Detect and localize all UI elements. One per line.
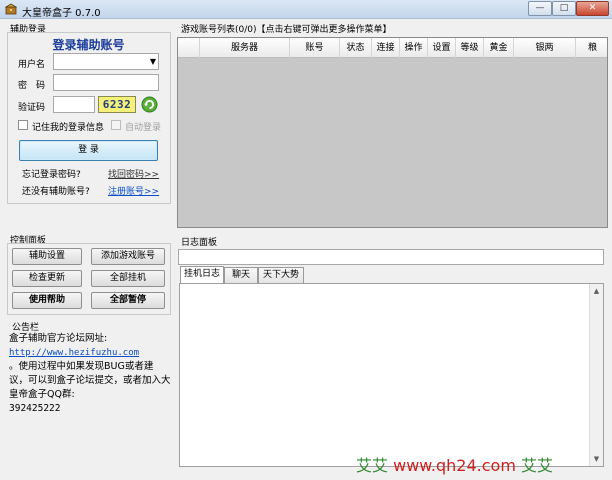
forgot-password-link[interactable]: 找回密码>> bbox=[108, 167, 159, 180]
captcha-field[interactable] bbox=[53, 96, 95, 113]
refresh-icon[interactable] bbox=[141, 96, 158, 113]
column-header-gold[interactable]: 黄金 bbox=[484, 38, 514, 58]
notice-qq: 392425222 bbox=[9, 403, 61, 414]
column-header-server[interactable]: 服务器 bbox=[200, 38, 290, 58]
tab-hangup-log[interactable]: 挂机日志 bbox=[180, 266, 224, 284]
column-header-settings[interactable]: 设置 bbox=[428, 38, 456, 58]
account-list-label: 游戏账号列表(0/0)【点击右键可弹出更多操作菜单】 bbox=[181, 25, 392, 35]
column-header-grain[interactable]: 粮 bbox=[576, 38, 607, 58]
window-title: 大皇帝盒子 0.7.0 bbox=[22, 8, 101, 19]
vertical-scrollbar[interactable]: ▲ ▼ bbox=[589, 284, 603, 466]
password-field[interactable] bbox=[53, 74, 159, 91]
tab-chat[interactable]: 聊天 bbox=[224, 267, 258, 283]
login-title: 登录辅助账号 bbox=[52, 38, 125, 52]
tab-world-trend[interactable]: 天下大势 bbox=[258, 267, 304, 283]
watermark-prefix: 艾艾 bbox=[356, 456, 389, 475]
column-header-status[interactable]: 状态 bbox=[340, 38, 372, 58]
check-update-button[interactable]: 检查更新 bbox=[12, 270, 82, 287]
account-list-header: 服务器 账号 状态 连接 操作 设置 等级 黄金 银两 粮 bbox=[178, 38, 607, 58]
add-game-account-button[interactable]: 添加游戏账号 bbox=[91, 248, 165, 265]
account-list[interactable]: 服务器 账号 状态 连接 操作 设置 等级 黄金 银两 粮 bbox=[177, 37, 608, 228]
watermark-url: www.qh24.com bbox=[393, 456, 516, 475]
help-button[interactable]: 使用帮助 bbox=[12, 292, 82, 309]
start-all-button[interactable]: 全部挂机 bbox=[91, 270, 165, 287]
log-input[interactable] bbox=[178, 249, 604, 265]
notice-line1: 盒子辅助官方论坛网址: bbox=[9, 333, 108, 344]
username-label: 用户名 bbox=[18, 60, 46, 70]
register-text: 还没有辅助账号? bbox=[22, 187, 90, 197]
assist-settings-button[interactable]: 辅助设置 bbox=[12, 248, 82, 265]
app-window: 大皇帝盒子 0.7.0 — □ ✕ 辅助登录 登录辅助账号 用户名 ▼ 密 码 … bbox=[0, 0, 612, 480]
treasure-box-icon bbox=[5, 3, 17, 15]
register-link[interactable]: 注册账号>> bbox=[108, 184, 159, 197]
maximize-button[interactable]: □ bbox=[552, 1, 576, 16]
column-header-operate[interactable]: 操作 bbox=[400, 38, 428, 58]
login-button[interactable]: 登 录 bbox=[19, 140, 158, 161]
captcha-label: 验证码 bbox=[18, 103, 46, 113]
column-header-level[interactable]: 等级 bbox=[456, 38, 484, 58]
autologin-label: 自动登录 bbox=[125, 123, 162, 133]
minimize-button[interactable]: — bbox=[528, 1, 552, 16]
notice-board: 盒子辅助官方论坛网址: http://www.hezifuzhu.com 。使用… bbox=[9, 332, 171, 416]
autologin-checkbox bbox=[111, 120, 121, 130]
notice-line2: 。使用过程中如果发现BUG或者建议，可以到盒子论坛提交，或者加入大皇帝盒子QQ群… bbox=[9, 361, 171, 400]
forgot-password-text: 忘记登录密码? bbox=[22, 170, 81, 180]
watermark: 艾艾 www.qh24.com 艾艾 bbox=[356, 455, 610, 477]
remember-label[interactable]: 记住我的登录信息 bbox=[32, 120, 104, 133]
forum-url-link[interactable]: http://www.hezifuzhu.com bbox=[9, 346, 171, 360]
watermark-suffix: 艾艾 bbox=[521, 456, 554, 475]
password-label: 密 码 bbox=[18, 81, 46, 91]
title-bar[interactable]: 大皇帝盒子 0.7.0 — □ ✕ bbox=[0, 0, 612, 19]
chevron-down-icon[interactable]: ▼ bbox=[150, 54, 156, 69]
log-content[interactable]: ▲ ▼ bbox=[179, 283, 604, 467]
remember-checkbox[interactable] bbox=[18, 120, 28, 130]
column-header-silver[interactable]: 银两 bbox=[514, 38, 576, 58]
username-combobox[interactable]: ▼ bbox=[53, 53, 159, 70]
column-header-account[interactable]: 账号 bbox=[290, 38, 340, 58]
captcha-image[interactable]: 6232 bbox=[98, 96, 136, 113]
column-header-connect[interactable]: 连接 bbox=[372, 38, 400, 58]
column-header-blank[interactable] bbox=[178, 38, 200, 58]
scroll-up-icon[interactable]: ▲ bbox=[590, 284, 603, 298]
close-button[interactable]: ✕ bbox=[576, 1, 609, 16]
pause-all-button[interactable]: 全部暂停 bbox=[91, 292, 165, 309]
log-panel-label: 日志面板 bbox=[181, 238, 218, 248]
